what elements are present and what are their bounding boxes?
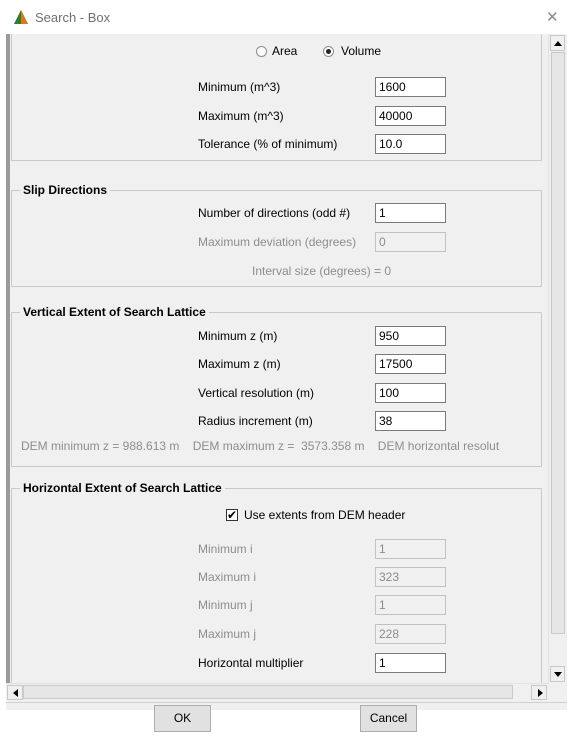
maximum-label: Maximum (m^3) [198,109,284,123]
window-title: Search - Box [35,10,111,25]
ok-button[interactable]: OK [154,705,211,732]
number-directions-input[interactable]: 1 [375,203,446,223]
app-mountain-icon [14,10,28,24]
horizontal-multiplier-label: Horizontal multiplier [198,656,304,670]
horizontal-scroll-thumb[interactable] [23,685,513,699]
volume-radio[interactable] [323,46,334,57]
max-z-label: Maximum z (m) [198,357,281,371]
horizontal-scrollbar[interactable] [6,683,548,701]
max-z-input[interactable]: 17500 [375,354,446,374]
vertical-scrollbar[interactable] [548,34,566,684]
slip-directions-title: Slip Directions [20,183,111,197]
volume-radio-label[interactable]: Volume [341,44,381,58]
scroll-right-button[interactable] [531,685,547,700]
min-j-input[interactable]: 1 [375,595,446,615]
bottom-separator [6,702,567,703]
volume-radio-dot [326,49,331,54]
minimum-label: Minimum (m^3) [198,80,281,94]
use-extents-checkbox[interactable]: ✔ [226,508,238,522]
max-deviation-input[interactable]: 0 [375,232,446,252]
minimum-input[interactable]: 1600 [375,77,446,97]
min-z-input[interactable]: 950 [375,326,446,346]
left-border-strip [6,34,10,684]
use-extents-label[interactable]: Use extents from DEM header [244,508,405,522]
max-i-input[interactable]: 323 [375,567,446,587]
radius-increment-input[interactable]: 38 [375,411,446,431]
max-deviation-label: Maximum deviation (degrees) [198,235,357,249]
area-radio-label[interactable]: Area [272,44,297,58]
number-directions-label: Number of directions (odd #) [198,206,351,220]
close-icon[interactable]: ✕ [546,8,559,26]
dem-info-text: DEM minimum z = 988.613 m DEM maximum z … [21,439,500,453]
min-i-label: Minimum i [198,542,253,556]
cancel-button[interactable]: Cancel [360,705,417,732]
min-j-label: Minimum j [198,598,253,612]
scroll-left-button[interactable] [7,685,23,700]
tolerance-label: Tolerance (% of minimum) [198,137,338,151]
max-i-label: Maximum i [198,570,257,584]
scroll-up-button[interactable] [550,35,565,51]
interval-size-text: Interval size (degrees) = 0 [252,264,392,278]
vertical-scroll-thumb[interactable] [551,52,565,634]
min-z-label: Minimum z (m) [198,329,278,343]
vertical-resolution-label: Vertical resolution (m) [198,386,315,400]
arrow-right-icon [538,689,543,697]
vertical-extent-title: Vertical Extent of Search Lattice [20,305,209,319]
tolerance-input[interactable]: 10.0 [375,134,446,154]
maximum-input[interactable]: 40000 [375,106,446,126]
horizontal-multiplier-input[interactable]: 1 [375,653,446,673]
scroll-down-button[interactable] [550,666,565,682]
radius-increment-label: Radius increment (m) [198,414,313,428]
vertical-resolution-input[interactable]: 100 [375,383,446,403]
area-radio[interactable] [256,46,267,57]
arrow-down-icon [554,672,562,677]
horizontal-extent-title: Horizontal Extent of Search Lattice [20,481,225,495]
arrow-up-icon [554,41,562,46]
checkmark-icon: ✔ [227,508,238,522]
min-i-input[interactable]: 1 [375,539,446,559]
arrow-left-icon [13,689,18,697]
max-j-input[interactable]: 228 [375,624,446,644]
max-j-label: Maximum j [198,627,257,641]
